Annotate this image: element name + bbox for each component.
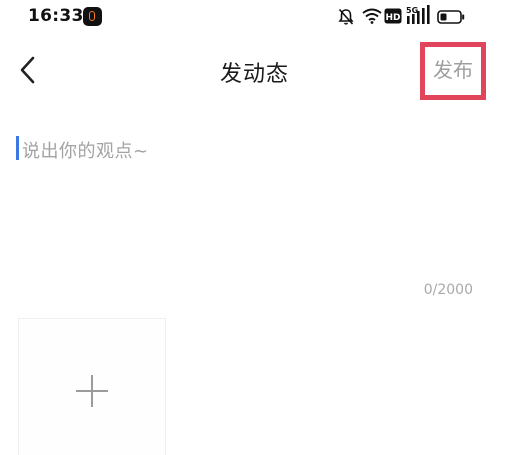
publish-button[interactable]: 发布 (424, 54, 482, 83)
status-time: 16:33 (28, 6, 84, 26)
post-text-input[interactable]: 说出你的观点~ (16, 134, 486, 274)
post-placeholder: 说出你的观点~ (22, 141, 149, 162)
network-label: 5G (406, 6, 418, 15)
screen: 16:33 HD 5G 发动态 发布 说出你的观点~ 0/2000 (0, 0, 509, 455)
status-bar: 16:33 HD 5G (0, 0, 509, 36)
char-count: 0/2000 (423, 282, 473, 298)
text-caret (16, 136, 19, 160)
hd-icon: HD (384, 8, 402, 24)
hd-label: HD (385, 13, 400, 23)
app-notification-icon (83, 7, 102, 26)
battery-icon (437, 10, 465, 24)
wifi-icon (362, 8, 382, 24)
add-image-button[interactable] (18, 318, 166, 455)
plus-icon (76, 375, 108, 407)
bell-muted-icon (338, 8, 354, 25)
5g-signal-icon: 5G (406, 5, 430, 24)
header: 发动态 发布 (0, 36, 509, 104)
